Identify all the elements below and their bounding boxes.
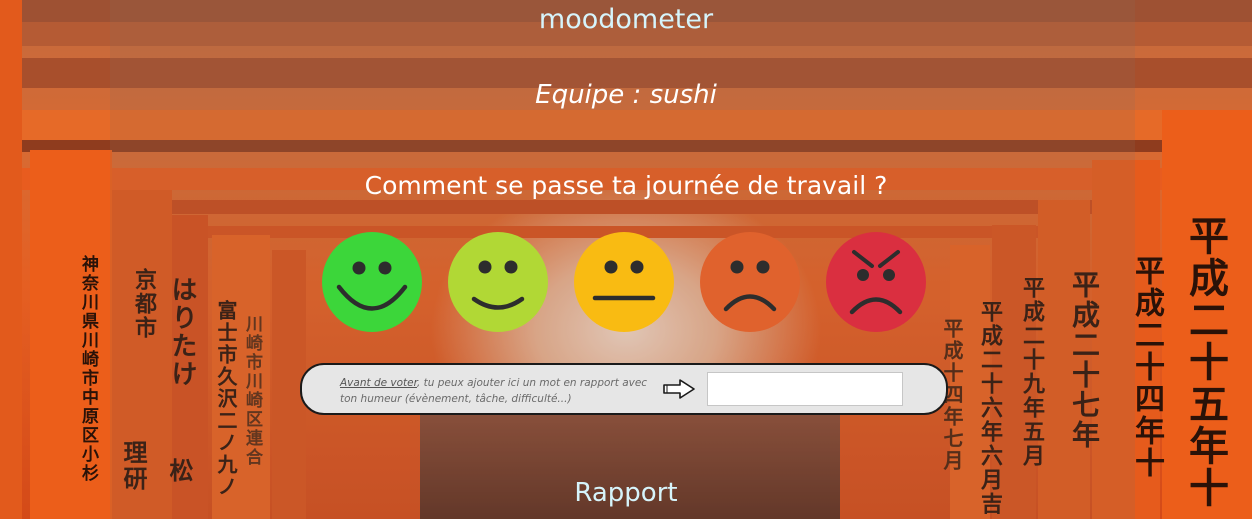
mood-neutral-button[interactable] <box>574 232 674 332</box>
comment-panel: Avant de voter, tu peux ajouter ici un m… <box>300 363 948 415</box>
team-name: Equipe : sushi <box>535 80 717 110</box>
angry-face-icon <box>826 232 926 332</box>
mood-sad-button[interactable] <box>700 232 800 332</box>
neutral-face-icon <box>574 232 674 332</box>
mood-angry-button[interactable] <box>826 232 926 332</box>
app-title: moodometer <box>538 4 714 35</box>
comment-hint: Avant de voter, tu peux ajouter ici un m… <box>340 375 650 407</box>
bg-kanji: 神奈川県川崎市中原区小杉 <box>78 255 98 483</box>
very-happy-face-icon <box>322 232 422 332</box>
happy-face-icon <box>448 232 548 332</box>
mood-happy-button[interactable] <box>448 232 548 332</box>
before-vote-link[interactable]: Avant de voter <box>340 377 417 389</box>
mood-very-happy-button[interactable] <box>322 232 422 332</box>
report-link[interactable]: Rapport <box>0 478 1252 508</box>
mood-question: Comment se passe ta journée de travail ? <box>364 171 888 200</box>
mood-comment-input[interactable] <box>707 372 903 406</box>
bg-kanji: 平成二十五年十 <box>1182 215 1229 509</box>
sad-face-icon <box>700 232 800 332</box>
mood-selector <box>322 232 932 332</box>
right-arrow-icon <box>663 379 695 399</box>
